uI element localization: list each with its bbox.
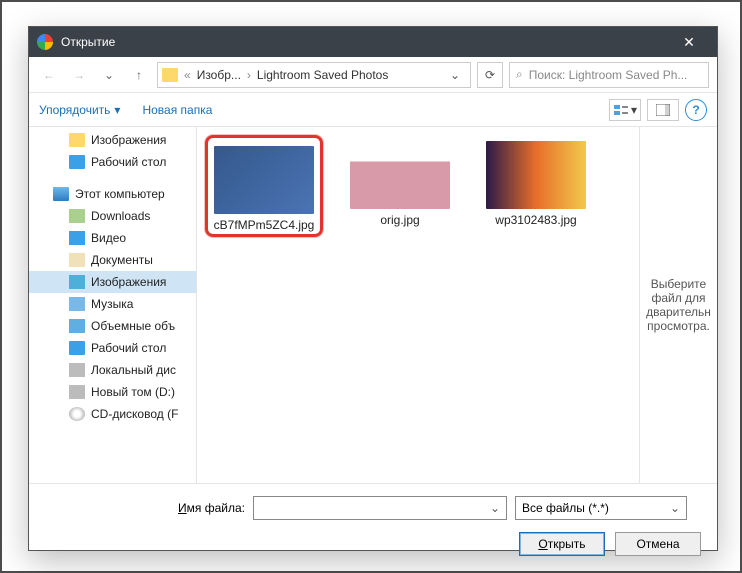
folder-icon [162, 68, 178, 82]
file-item[interactable]: wp3102483.jpg [477, 135, 595, 227]
file-thumbnail [214, 146, 314, 214]
tree-item-icon [69, 319, 85, 333]
tree-item[interactable]: CD-дисковод (F [29, 403, 196, 425]
file-thumbnail [350, 141, 450, 209]
tree-item-label: Видео [91, 231, 126, 245]
tree-item[interactable]: Изображения [29, 271, 196, 293]
chrome-icon [37, 34, 53, 50]
screenshot-frame: Открытие ✕ ← → ⌄ ↑ « Изобр... › Lightroo… [0, 0, 742, 573]
file-item[interactable]: orig.jpg [341, 135, 459, 227]
tree-item-label: Изображения [91, 275, 166, 289]
body: Изображения Рабочий стол Этот компьютер Dow… [29, 127, 717, 483]
open-button[interactable]: Открыть [519, 532, 605, 556]
file-item[interactable]: cB7fMPm5ZC4.jpg [205, 135, 323, 237]
file-list[interactable]: cB7fMPm5ZC4.jpg orig.jpg wp3102483.jpg [197, 127, 639, 483]
filename-label: Имя файла: [45, 501, 245, 515]
tree-item-label: Музыка [91, 297, 133, 311]
tree-item[interactable]: Документы [29, 249, 196, 271]
tree-item[interactable]: Новый том (D:) [29, 381, 196, 403]
tree-item-icon [69, 133, 85, 147]
chevron-icon: › [245, 68, 253, 82]
close-button[interactable]: ✕ [669, 34, 709, 51]
file-thumbnail [486, 141, 586, 209]
tree-item-icon [53, 187, 69, 201]
filename-input[interactable]: ⌄ [253, 496, 507, 520]
search-icon: ⌕ [516, 67, 523, 82]
tree-item-label: CD-дисковод (F [91, 407, 178, 421]
tree-item-icon [69, 275, 85, 289]
tree-item-label: Рабочий стол [91, 341, 166, 355]
tree-item-icon [69, 341, 85, 355]
tree-item-icon [69, 297, 85, 311]
recent-dropdown[interactable]: ⌄ [97, 63, 121, 87]
file-name: cB7fMPm5ZC4.jpg [210, 218, 318, 232]
preview-text: Выберите файл для дварительн просмотра. [646, 277, 711, 333]
toolbar: Упорядочить ▾ Новая папка ▾ ? [29, 93, 717, 127]
tree-item-label: Downloads [91, 209, 150, 223]
back-button[interactable]: ← [37, 63, 61, 87]
preview-icon [656, 104, 670, 116]
tree-item-icon [69, 363, 85, 377]
tree-item-label: Объемные объ [91, 319, 175, 333]
window-title: Открытие [61, 35, 669, 49]
search-placeholder: Поиск: Lightroom Saved Ph... [529, 68, 688, 82]
file-name: orig.jpg [341, 213, 459, 227]
breadcrumb-dropdown[interactable]: ⌄ [444, 68, 466, 82]
new-folder-button[interactable]: Новая папка [142, 103, 212, 117]
tree-item[interactable]: Рабочий стол [29, 151, 196, 173]
tree-item[interactable]: Видео [29, 227, 196, 249]
preview-pane-button[interactable] [647, 99, 679, 121]
refresh-icon: ⟳ [485, 68, 495, 82]
search-input[interactable]: ⌕ Поиск: Lightroom Saved Ph... [509, 62, 709, 88]
organize-menu[interactable]: Упорядочить ▾ [39, 103, 120, 117]
preview-pane: Выберите файл для дварительн просмотра. [639, 127, 717, 483]
chevron-icon: « [182, 68, 193, 82]
open-file-dialog: Открытие ✕ ← → ⌄ ↑ « Изобр... › Lightroo… [28, 26, 718, 551]
chevron-down-icon[interactable]: ⌄ [490, 501, 500, 515]
breadcrumb-seg-1[interactable]: Изобр... [193, 68, 245, 82]
tree-item-icon [69, 155, 85, 169]
folder-tree[interactable]: Изображения Рабочий стол Этот компьютер Dow… [29, 127, 197, 483]
tree-item-label: Этот компьютер [75, 187, 165, 201]
filetype-filter[interactable]: Все файлы (*.*) ⌄ [515, 496, 687, 520]
organize-label: Упорядочить [39, 103, 110, 117]
tree-item-label: Рабочий стол [91, 155, 166, 169]
tree-item[interactable]: Объемные объ [29, 315, 196, 337]
tree-item[interactable]: Downloads [29, 205, 196, 227]
chevron-down-icon: ▾ [114, 103, 120, 117]
bottom-panel: Имя файла: ⌄ Все файлы (*.*) ⌄ Открыть О… [29, 483, 717, 568]
breadcrumb-seg-2[interactable]: Lightroom Saved Photos [253, 68, 392, 82]
breadcrumb[interactable]: « Изобр... › Lightroom Saved Photos ⌄ [157, 62, 471, 88]
tree-item-label: Новый том (D:) [91, 385, 175, 399]
refresh-button[interactable]: ⟳ [477, 62, 503, 88]
tree-item-icon [69, 209, 85, 223]
tree-item-label: Локальный дис [91, 363, 176, 377]
tree-item[interactable]: Изображения [29, 129, 196, 151]
tree-item[interactable]: Рабочий стол [29, 337, 196, 359]
help-button[interactable]: ? [685, 99, 707, 121]
tree-item-icon [69, 385, 85, 399]
view-icon [613, 104, 629, 116]
tree-item[interactable]: Музыка [29, 293, 196, 315]
tree-item-icon [69, 231, 85, 245]
filter-value: Все файлы (*.*) [522, 501, 609, 515]
tree-item-label: Документы [91, 253, 153, 267]
forward-button[interactable]: → [67, 63, 91, 87]
chevron-down-icon[interactable]: ⌄ [670, 501, 680, 515]
tree-item-label: Изображения [91, 133, 166, 147]
file-name: wp3102483.jpg [477, 213, 595, 227]
tree-item[interactable]: Этот компьютер [29, 183, 196, 205]
filename-row: Имя файла: ⌄ Все файлы (*.*) ⌄ [45, 496, 701, 520]
tree-item-icon [69, 407, 85, 421]
up-button[interactable]: ↑ [127, 63, 151, 87]
button-row: Открыть Отмена [45, 532, 701, 556]
cancel-button[interactable]: Отмена [615, 532, 701, 556]
tree-item[interactable]: Локальный дис [29, 359, 196, 381]
nav-row: ← → ⌄ ↑ « Изобр... › Lightroom Saved Pho… [29, 57, 717, 93]
titlebar: Открытие ✕ [29, 27, 717, 57]
view-button[interactable]: ▾ [609, 99, 641, 121]
tree-item-icon [69, 253, 85, 267]
chevron-down-icon: ▾ [631, 103, 637, 117]
